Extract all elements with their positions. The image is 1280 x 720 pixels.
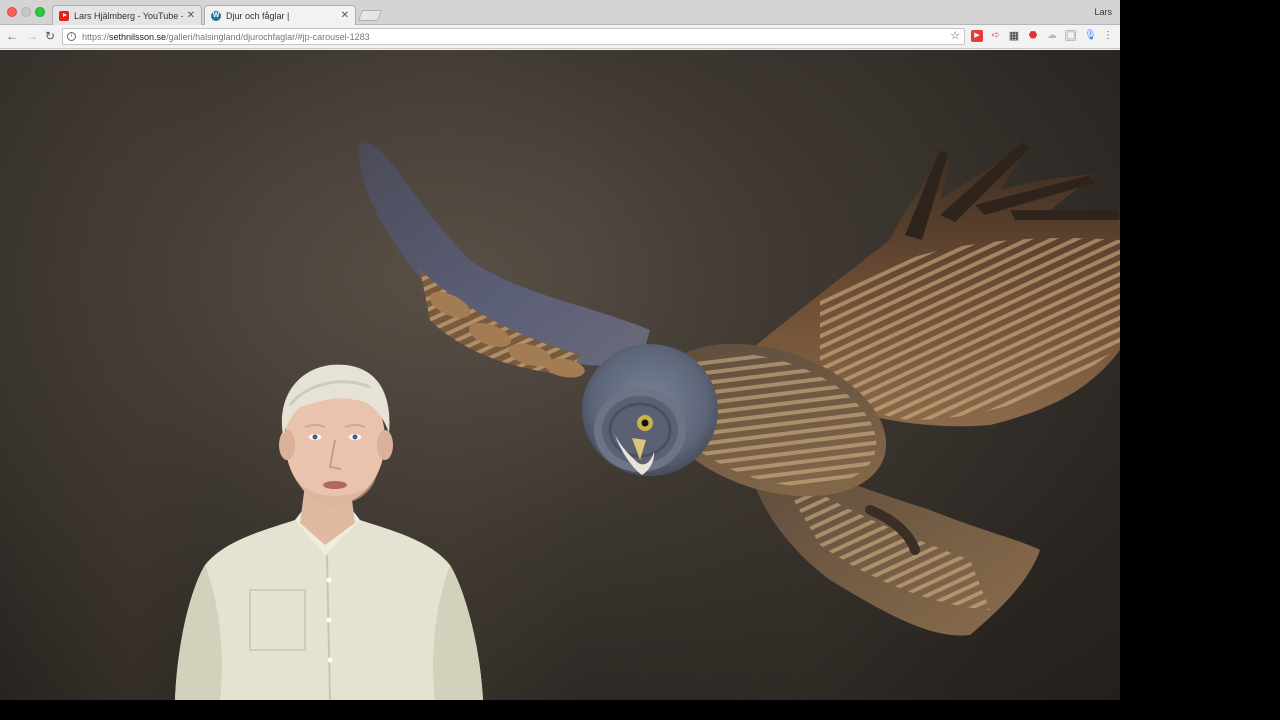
address-bar[interactable]: i https://sethnilsson.se/galleri/halsing… <box>62 28 965 45</box>
url-scheme: https:// <box>82 31 110 42</box>
info-icon[interactable]: i <box>67 32 76 41</box>
wordpress-icon: W <box>211 10 221 21</box>
cast-icon[interactable]: ➪ <box>990 30 1002 42</box>
url-host: sethnilsson.se <box>109 31 167 42</box>
reload-icon[interactable]: ↻ <box>42 28 58 44</box>
tab-djur-och-faglar[interactable]: W Djur och fåglar | ✕ <box>204 5 356 25</box>
profile-button[interactable]: Lars <box>1094 7 1112 17</box>
youtube-icon <box>59 10 69 21</box>
adblock-icon[interactable]: ⬣ <box>1027 30 1039 42</box>
url-text[interactable]: https://sethnilsson.se/galleri/halsingla… <box>82 32 370 42</box>
tab-youtube[interactable]: Lars Hjälmberg - YouTube - Yo ✕ <box>52 5 202 25</box>
qr-code-icon[interactable]: ▦ <box>1008 30 1020 42</box>
browser-window: Lars Hjälmberg - YouTube - Yo ✕ W Djur o… <box>0 0 1120 700</box>
close-tab-icon[interactable]: ✕ <box>187 10 195 21</box>
tab-title: Lars Hjälmberg - YouTube - Yo <box>74 10 183 21</box>
minimize-window-button[interactable] <box>21 7 31 17</box>
screenshot-icon[interactable]: ▢ <box>1065 30 1076 41</box>
back-arrow-icon[interactable]: ← <box>4 28 20 44</box>
maximize-window-button[interactable] <box>35 7 45 17</box>
presenter-video-overlay <box>175 364 483 700</box>
tab-title: Djur och fåglar | <box>226 10 290 21</box>
bookmark-star-icon[interactable]: ☆ <box>950 29 960 42</box>
tab-strip: Lars Hjälmberg - YouTube - Yo ✕ W Djur o… <box>0 0 1120 25</box>
menu-dots-icon[interactable]: ⋮ <box>1102 30 1114 42</box>
close-window-button[interactable] <box>7 7 17 17</box>
forward-arrow-icon[interactable]: → <box>24 28 40 44</box>
microphone-icon[interactable]: 🎙 <box>1084 30 1097 42</box>
browser-toolbar: ← → ↻ i https://sethnilsson.se/galleri/h… <box>0 25 1120 49</box>
gallery-photo-view[interactable] <box>0 50 1120 700</box>
url-path: /galleri/halsingland/djurochfaglar/#jp-c… <box>166 31 370 42</box>
new-tab-button[interactable] <box>357 10 383 21</box>
cloud-icon[interactable]: ☁ <box>1046 30 1058 42</box>
youtube-extension-icon[interactable]: ▶ <box>971 30 983 42</box>
close-tab-icon[interactable]: ✕ <box>341 10 349 21</box>
